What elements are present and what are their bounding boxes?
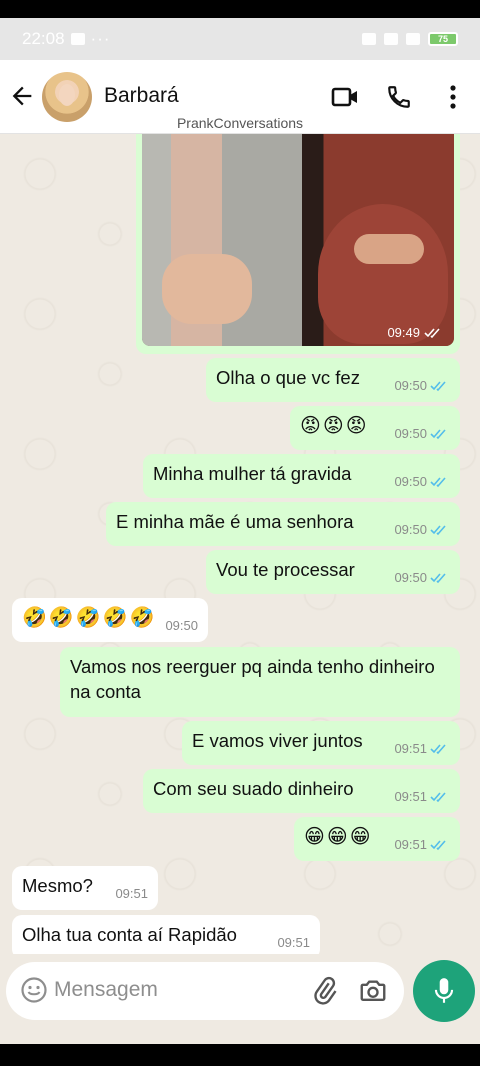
message-bubble-outgoing[interactable]: 😁😁😁 09:51 xyxy=(294,817,460,861)
watermark: PrankConversations xyxy=(176,115,304,131)
message-text: Minha mulher tá gravida xyxy=(153,463,352,484)
phone-icon xyxy=(388,86,410,108)
message-bubble-incoming[interactable]: 🤣🤣🤣🤣🤣 09:50 xyxy=(12,598,208,642)
message-bubble-outgoing[interactable]: Com seu suado dinheiro 09:51 xyxy=(143,769,460,813)
message-text: E vamos viver juntos xyxy=(192,730,363,751)
message-meta: 09:51 xyxy=(394,736,450,761)
chat-header: Barbará PrankConversations xyxy=(0,60,480,134)
message-meta: 09:51 xyxy=(394,784,450,809)
video-call-button[interactable] xyxy=(330,82,360,112)
message-text: Mesmo? xyxy=(22,875,93,896)
message-bubble-incoming[interactable]: Olha tua conta aí Rapidão 09:51 xyxy=(12,915,320,954)
message-time: 09:49 xyxy=(387,325,420,340)
message-bubble-outgoing[interactable]: 😡😡😡 09:50 xyxy=(290,406,460,450)
status-bar: 22:08 ··· 75 xyxy=(0,18,480,60)
photo-thumbnail[interactable]: 09:49 xyxy=(142,134,454,346)
message-meta: 09:50 xyxy=(394,421,450,446)
message-composer: Mensagem xyxy=(0,954,480,1028)
message-text: Vamos nos reerguer pq ainda tenho dinhei… xyxy=(70,656,435,702)
mute-icon xyxy=(362,33,376,45)
message-meta: 09:49 xyxy=(387,325,444,340)
message-text: Vou te processar xyxy=(216,559,355,580)
message-text: 🤣🤣🤣🤣🤣 xyxy=(22,605,157,629)
message-text: Com seu suado dinheiro xyxy=(153,778,354,799)
message-meta: 09:50 xyxy=(394,469,450,494)
message-time: 09:51 xyxy=(394,741,427,756)
status-time: 22:08 xyxy=(22,29,65,48)
status-more: ··· xyxy=(90,29,111,48)
message-time: 09:50 xyxy=(394,426,427,441)
message-time: 09:50 xyxy=(165,618,198,633)
message-text: Olha tua conta aí Rapidão xyxy=(22,924,237,945)
image-message[interactable]: 09:49 xyxy=(136,134,460,354)
camera-icon[interactable] xyxy=(358,976,388,1006)
double-check-icon xyxy=(430,839,446,850)
top-black-bar xyxy=(0,0,480,18)
double-check-icon xyxy=(424,327,440,338)
message-bubble-outgoing[interactable]: Vamos nos reerguer pq ainda tenho dinhei… xyxy=(60,647,460,717)
message-text: 😡😡😡 xyxy=(300,413,369,437)
double-check-icon xyxy=(430,476,446,487)
message-time: 09:51 xyxy=(394,789,427,804)
signal-icon xyxy=(384,33,398,45)
more-vert-icon xyxy=(450,85,456,109)
battery-icon: 75 xyxy=(428,32,458,46)
nav-gesture-area xyxy=(0,1028,480,1044)
attach-icon[interactable] xyxy=(310,976,340,1006)
contact-name[interactable]: Barbará xyxy=(104,84,179,108)
emoji-icon[interactable] xyxy=(20,976,48,1004)
double-check-icon xyxy=(430,428,446,439)
message-bubble-outgoing[interactable]: E vamos viver juntos 09:51 xyxy=(182,721,460,765)
message-time: 09:50 xyxy=(394,378,427,393)
message-meta: 09:50 xyxy=(165,613,198,638)
message-meta: 09:51 xyxy=(277,930,310,954)
message-bubble-outgoing[interactable]: Olha o que vc fez 09:50 xyxy=(206,358,460,402)
message-time: 09:50 xyxy=(394,522,427,537)
wifi-icon xyxy=(406,33,420,45)
message-meta: 09:51 xyxy=(115,881,148,906)
message-meta: 09:50 xyxy=(394,373,450,398)
message-time: 09:51 xyxy=(394,837,427,852)
message-time: 09:50 xyxy=(394,474,427,489)
double-check-icon xyxy=(430,380,446,391)
message-input[interactable]: Mensagem xyxy=(6,962,404,1020)
chat-area[interactable]: 09:49 Olha o que vc fez 09:50 😡😡😡 09:50 … xyxy=(0,134,480,954)
message-meta: 09:50 xyxy=(394,565,450,590)
double-check-icon xyxy=(430,572,446,583)
message-text: E minha mãe é uma senhora xyxy=(116,511,354,532)
message-text: Olha o que vc fez xyxy=(216,367,360,388)
double-check-icon xyxy=(430,791,446,802)
message-meta: 09:51 xyxy=(394,832,450,857)
message-bubble-outgoing[interactable]: E minha mãe é uma senhora 09:50 xyxy=(106,502,460,546)
mic-icon xyxy=(434,978,454,1003)
double-check-icon xyxy=(430,524,446,535)
message-bubble-outgoing[interactable]: Vou te processar 09:50 xyxy=(206,550,460,594)
message-text: 😁😁😁 xyxy=(304,824,373,848)
voice-call-button[interactable] xyxy=(384,82,414,112)
message-time: 09:50 xyxy=(394,570,427,585)
message-time: 09:51 xyxy=(115,886,148,901)
notification-icon xyxy=(70,33,85,45)
more-options-button[interactable] xyxy=(438,82,468,112)
double-check-icon xyxy=(430,743,446,754)
message-time: 09:51 xyxy=(277,935,310,950)
system-nav-bar xyxy=(0,1028,480,1066)
mic-button[interactable] xyxy=(413,960,475,1022)
message-placeholder[interactable]: Mensagem xyxy=(54,978,158,1002)
message-bubble-incoming[interactable]: Mesmo? 09:51 xyxy=(12,866,158,910)
back-arrow-icon[interactable] xyxy=(8,82,36,110)
message-bubble-outgoing[interactable]: Minha mulher tá gravida 09:50 xyxy=(143,454,460,498)
message-meta: 09:50 xyxy=(394,517,450,542)
video-call-icon xyxy=(331,87,357,107)
